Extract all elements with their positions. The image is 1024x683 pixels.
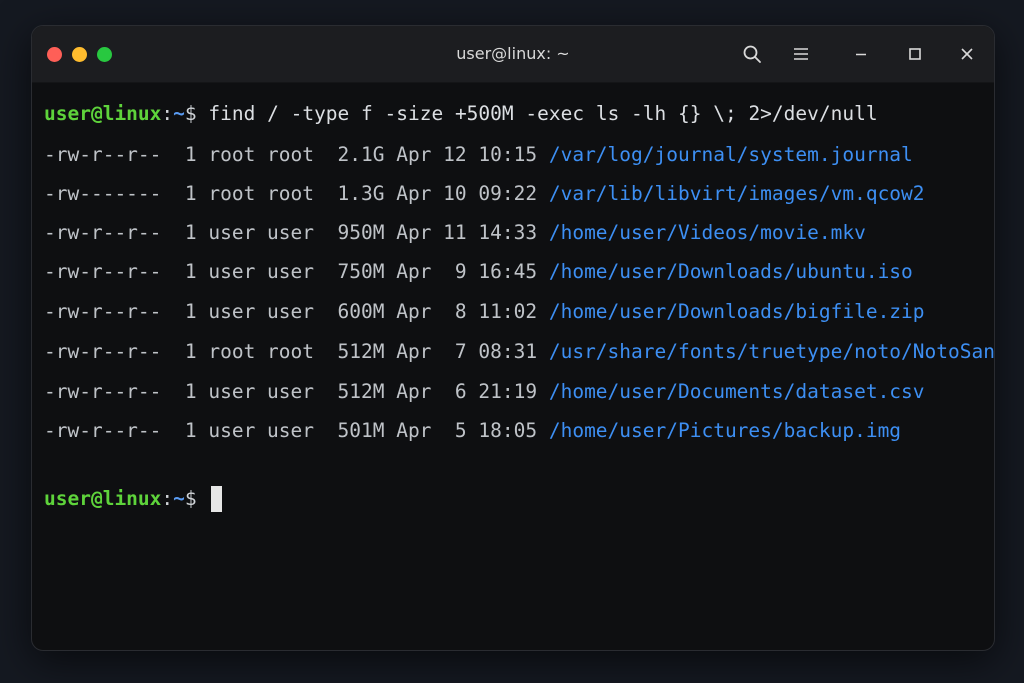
close-button[interactable] [953, 40, 981, 68]
terminal-output-area[interactable]: user@linux:~$ find / -type f -size +500M… [44, 82, 994, 650]
prompt-dollar: $ [184, 102, 197, 125]
active-prompt-line[interactable]: user@linux:~$ [44, 486, 223, 512]
command-text: find / -type f -size +500M -exec ls -lh … [208, 102, 878, 125]
file-path: /home/user/Documents/dataset.csv [548, 380, 925, 403]
menu-icon [794, 48, 808, 60]
file-path: /home/user/Downloads/ubuntu.iso [548, 260, 913, 283]
terminal-window: user@linux: ~ user@linux:~$ find / -type… [31, 25, 995, 651]
text-cursor [211, 486, 223, 512]
file-path: /home/user/Downloads/bigfile.zip [548, 300, 925, 323]
maximize-icon [909, 48, 921, 60]
close-icon [961, 48, 973, 60]
title-bar[interactable]: user@linux: ~ [32, 26, 994, 83]
output-row: -rw-r--r-- 1 root root 512M Apr 7 08:31 … [44, 339, 995, 365]
file-meta: -rw------- 1 root root 1.3G Apr 10 09:22 [44, 182, 538, 205]
file-path: /home/user/Videos/movie.mkv [548, 221, 866, 244]
prompt-path: ~ [173, 102, 185, 125]
file-meta: -rw-r--r-- 1 user user 600M Apr 8 11:02 [44, 300, 538, 323]
prompt-dollar: $ [184, 487, 197, 510]
file-path: /var/log/journal/system.journal [548, 143, 913, 166]
file-meta: -rw-r--r-- 1 root root 2.1G Apr 12 10:15 [44, 143, 538, 166]
file-meta: -rw-r--r-- 1 user user 501M Apr 5 18:05 [44, 419, 538, 442]
output-row: -rw-r--r-- 1 user user 950M Apr 11 14:33… [44, 220, 866, 246]
output-row: -rw-r--r-- 1 user user 501M Apr 5 18:05 … [44, 418, 901, 444]
output-row: -rw------- 1 root root 1.3G Apr 10 09:22… [44, 181, 925, 207]
output-row: -rw-r--r-- 1 root root 2.1G Apr 12 10:15… [44, 142, 913, 168]
output-row: -rw-r--r-- 1 user user 512M Apr 6 21:19 … [44, 379, 925, 405]
file-path: /home/user/Pictures/backup.img [548, 419, 902, 442]
prompt-user-host: user@linux [44, 102, 162, 125]
file-meta: -rw-r--r-- 1 user user 750M Apr 9 16:45 [44, 260, 538, 283]
minimize-button[interactable] [847, 40, 875, 68]
prompt-user-host: user@linux [44, 487, 162, 510]
prompt-colon: : [161, 102, 174, 125]
prompt-colon: : [161, 487, 174, 510]
search-icon [743, 45, 761, 63]
file-meta: -rw-r--r-- 1 user user 950M Apr 11 14:33 [44, 221, 538, 244]
file-meta: -rw-r--r-- 1 root root 512M Apr 7 08:31 [44, 340, 538, 363]
output-row: -rw-r--r-- 1 user user 750M Apr 9 16:45 … [44, 259, 913, 285]
file-path: /usr/share/fonts/truetype/noto/NotoSansC… [548, 340, 995, 363]
minimize-icon [856, 53, 866, 56]
maximize-button[interactable] [901, 40, 929, 68]
search-button[interactable] [738, 40, 766, 68]
command-line: user@linux:~$ find / -type f -size +500M… [44, 101, 878, 127]
file-meta: -rw-r--r-- 1 user user 512M Apr 6 21:19 [44, 380, 538, 403]
prompt-path: ~ [173, 487, 185, 510]
file-path: /var/lib/libvirt/images/vm.qcow2 [548, 182, 925, 205]
menu-button[interactable] [787, 40, 815, 68]
output-row: -rw-r--r-- 1 user user 600M Apr 8 11:02 … [44, 299, 925, 325]
